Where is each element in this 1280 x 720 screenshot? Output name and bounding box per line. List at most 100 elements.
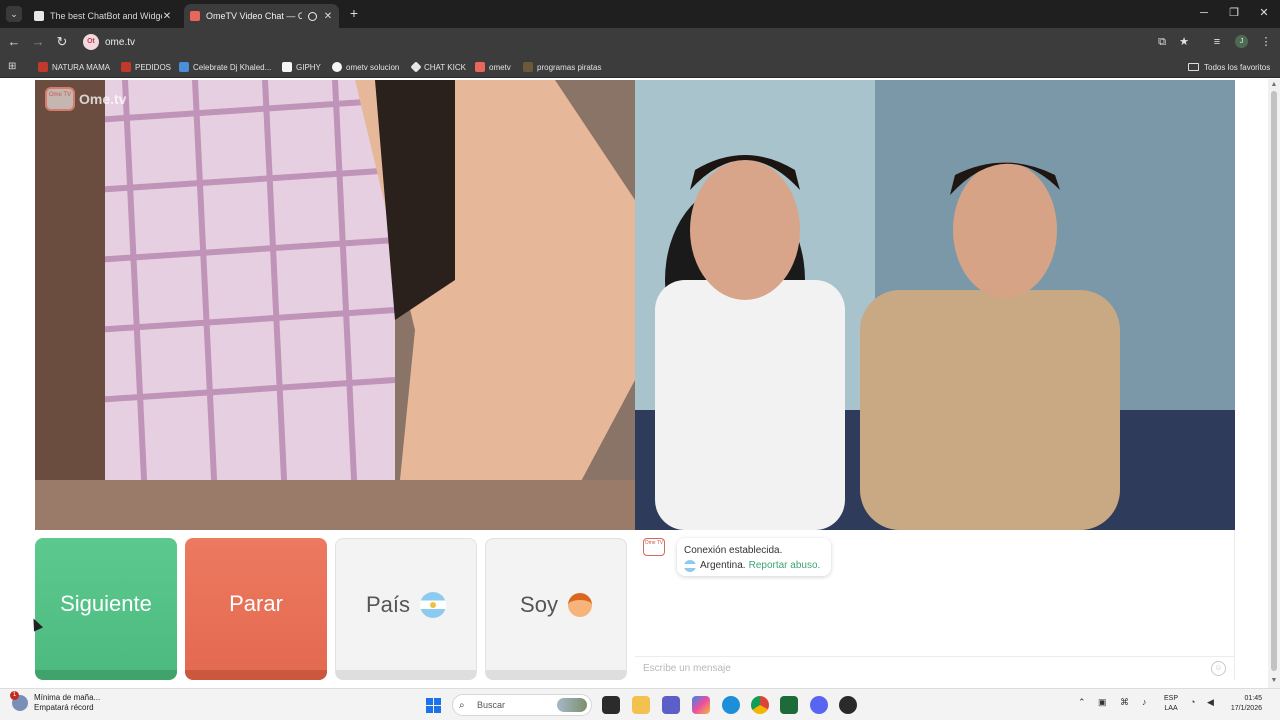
- copilot-icon[interactable]: [692, 696, 710, 714]
- scroll-thumb[interactable]: [1271, 91, 1277, 671]
- argentina-flag-icon: [684, 559, 696, 572]
- bookmark-pedidos[interactable]: PEDIDOS: [121, 60, 171, 74]
- connection-message: Conexión establecida.: [684, 545, 783, 556]
- bookmark-programas-piratas[interactable]: programas piratas: [523, 60, 601, 74]
- chrome-icon[interactable]: [751, 696, 769, 714]
- discord-icon[interactable]: [810, 696, 828, 714]
- search-icon: ⌕: [459, 699, 465, 711]
- tray-overflow-icon[interactable]: ⌃: [1078, 697, 1086, 708]
- ometv-system-icon: Ome TV: [643, 538, 665, 556]
- scroll-up-icon[interactable]: ▲: [1270, 81, 1278, 89]
- folder-icon: [1188, 63, 1199, 71]
- microphone-icon[interactable]: ♪: [1142, 697, 1147, 707]
- bookmark-favicon-icon: [179, 62, 189, 72]
- bookmark-label: ometv: [489, 62, 511, 72]
- country-button[interactable]: País: [335, 538, 477, 680]
- bookmark-label: NATURA MAMA: [52, 62, 111, 72]
- file-explorer-icon[interactable]: [632, 696, 650, 714]
- tab-ometv[interactable]: OmeTV Video Chat — Ome ✕: [184, 4, 339, 28]
- bookmark-label: ometv solucion: [346, 62, 400, 72]
- edge-icon[interactable]: [722, 696, 740, 714]
- bookmark-label: Celebrate Dj Khaled...: [193, 62, 272, 72]
- message-placeholder: Escribe un mensaje: [643, 663, 731, 674]
- restore-icon[interactable]: ❐: [1226, 5, 1242, 21]
- report-abuse-link[interactable]: Reportar abuso.: [749, 558, 821, 573]
- language-indicator[interactable]: ESP LAA: [1164, 694, 1178, 714]
- bookmark-favicon-icon: [410, 61, 422, 73]
- tab-chatbot[interactable]: The best ChatBot and Widgets ✕: [28, 4, 178, 28]
- forward-icon[interactable]: →: [30, 34, 46, 50]
- logo-text: Ome.tv: [79, 91, 127, 107]
- clock-date: 17/1/2026: [1230, 705, 1262, 712]
- ometv-favicon-icon: [190, 11, 200, 21]
- install-app-icon[interactable]: ⧉: [1154, 34, 1170, 50]
- boy-emoji-icon: [567, 592, 592, 617]
- all-bookmarks[interactable]: Todos los favoritos: [1188, 60, 1270, 74]
- bookmark-natura-mama[interactable]: NATURA MAMA: [38, 60, 110, 74]
- bookmark-celebrate[interactable]: Celebrate Dj Khaled...: [179, 60, 271, 74]
- page-scrollbar[interactable]: ▲ ▼: [1268, 79, 1280, 688]
- tab-title: OmeTV Video Chat — Ome: [206, 11, 302, 21]
- bookmark-label: programas piratas: [537, 62, 602, 72]
- weather-widget[interactable]: 1 Mínima de maña... Empatará récord: [10, 691, 101, 713]
- notification-badge: 1: [10, 691, 19, 700]
- system-clock[interactable]: 01:45 17/1/2026: [1222, 694, 1262, 714]
- bookmark-chat-kick[interactable]: CHAT KICK: [410, 60, 466, 74]
- reload-icon[interactable]: ↻: [54, 34, 70, 50]
- minimize-icon[interactable]: ─: [1196, 5, 1212, 21]
- teams-icon[interactable]: [662, 696, 680, 714]
- next-label: Siguiente: [60, 591, 152, 616]
- gender-button[interactable]: Soy: [485, 538, 627, 680]
- site-info-icon[interactable]: Ot: [83, 34, 99, 50]
- media-controls-icon[interactable]: ≡: [1209, 34, 1225, 50]
- tray-app-icon[interactable]: ▣: [1098, 697, 1107, 708]
- menu-kebab-icon[interactable]: ⋮: [1258, 34, 1274, 50]
- obs-icon[interactable]: [839, 696, 857, 714]
- ometv-logo[interactable]: Ome TV Ome.tv: [45, 87, 126, 111]
- recording-indicator-icon: [308, 11, 317, 21]
- weather-title: Mínima de maña...: [34, 693, 101, 702]
- bookmark-star-icon[interactable]: ★: [1176, 34, 1192, 50]
- emoji-smiley-icon[interactable]: ☺: [1211, 661, 1226, 676]
- capcut-icon[interactable]: [780, 696, 798, 714]
- lang-code: ESP: [1164, 695, 1179, 702]
- tab-close-icon[interactable]: ✕: [162, 11, 172, 22]
- next-button[interactable]: Siguiente: [35, 538, 177, 680]
- close-window-icon[interactable]: ✕: [1256, 5, 1272, 21]
- local-video: [635, 80, 1235, 530]
- network-icon[interactable]: ⌘: [1120, 697, 1129, 708]
- bookmark-ometv-solucion[interactable]: ometv solucion: [332, 60, 399, 74]
- country-line: Argentina. Reportar abuso.: [684, 558, 824, 573]
- stop-button[interactable]: Parar: [185, 538, 327, 680]
- chat-panel: Ome TV Conexión establecida. Argentina. …: [635, 530, 1235, 680]
- bookmark-favicon-icon: [38, 62, 48, 72]
- tab-strip: ⌄ The best ChatBot and Widgets ✕ OmeTV V…: [0, 0, 1280, 28]
- apps-grid-icon[interactable]: ⊞: [8, 61, 19, 72]
- bookmark-ometv[interactable]: ometv: [475, 60, 511, 74]
- back-icon[interactable]: ←: [6, 34, 22, 50]
- bookmark-giphy[interactable]: GIPHY: [282, 60, 321, 74]
- clock-time: 01:45: [1244, 695, 1262, 702]
- bookmarks-bar: ⊞ NATURA MAMA PEDIDOS Celebrate Dj Khale…: [0, 56, 1280, 78]
- tab-close-icon[interactable]: ✕: [323, 11, 333, 22]
- start-windows-icon[interactable]: [426, 698, 441, 713]
- url-text[interactable]: ome.tv: [105, 37, 135, 48]
- volume-icon[interactable]: ◀: [1207, 697, 1214, 708]
- weather-subtitle: Empatará récord: [34, 703, 94, 712]
- wifi-icon[interactable]: ◔: [1190, 697, 1195, 707]
- chatbot-favicon-icon: [34, 11, 44, 21]
- new-tab-button[interactable]: +: [346, 5, 362, 21]
- tab-search-button[interactable]: ⌄: [6, 6, 22, 22]
- profile-avatar[interactable]: J: [1235, 35, 1248, 48]
- ometv-tv-icon: Ome TV: [45, 87, 75, 111]
- search-highlight-icon: [557, 698, 587, 712]
- stop-label: Parar: [229, 591, 283, 616]
- tab-title: The best ChatBot and Widgets: [50, 11, 162, 21]
- gender-label: Soy: [520, 591, 558, 617]
- task-view-icon[interactable]: [602, 696, 620, 714]
- scroll-down-icon[interactable]: ▼: [1270, 677, 1278, 685]
- browser-toolbar: ← → ↻ Ot ome.tv ⧉ ★ ≡ J ⋮: [0, 28, 1280, 56]
- address-bar[interactable]: Ot ome.tv: [78, 32, 1192, 52]
- taskbar-search[interactable]: ⌕ Buscar: [452, 694, 592, 716]
- message-input[interactable]: Escribe un mensaje ☺: [635, 656, 1234, 680]
